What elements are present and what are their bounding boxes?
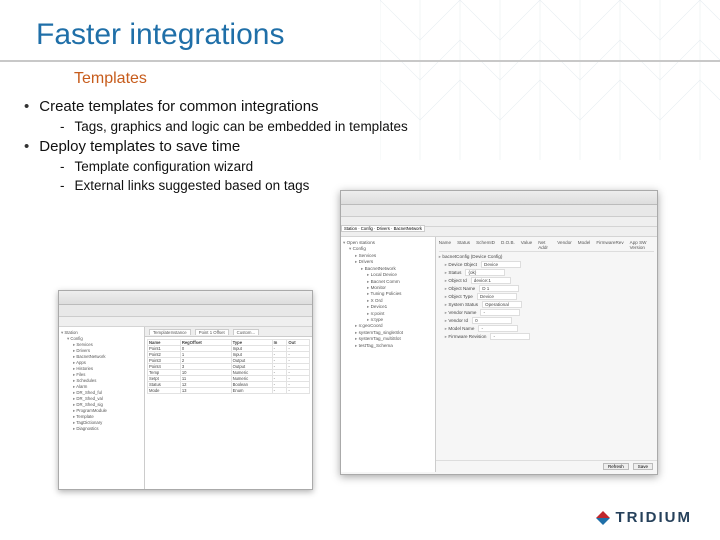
property-value[interactable]: 0 [472, 317, 512, 324]
property-row: Object Name D 1 [445, 285, 654, 292]
column-header: Net Addr [538, 240, 551, 250]
column-header: Status [457, 240, 470, 250]
property-row: Status{ok} [445, 269, 654, 276]
nav-tree: Open stationsConfigServicesDriversBacnet… [341, 237, 436, 472]
column-header: Vendor [557, 240, 572, 250]
nav-tree: StationConfigServicesDriversBacnetNetwor… [59, 327, 145, 489]
property-key: Firmware Revision [445, 334, 487, 340]
property-row: Object Id device:1 [445, 277, 654, 284]
column-header: App SW Version [630, 240, 654, 250]
slide-subtitle: Templates [0, 70, 720, 88]
window-titlebar [59, 291, 312, 305]
bullet-1-text: Create templates for common integrations [39, 98, 318, 115]
property-row: Device Object Device [445, 261, 654, 268]
property-row: Vendor Name- [445, 309, 654, 316]
column-header: FirmwareRev [596, 240, 623, 250]
brand-logo: TRIDIUM [596, 509, 693, 526]
bullet-1-sub-1: Tags, graphics and logic can be embedded… [24, 119, 720, 134]
tree-node[interactable]: testTag_Schema [343, 343, 433, 349]
column-header: Value [521, 240, 532, 250]
property-row: Firmware Revision- [445, 333, 654, 340]
slide-title: Faster integrations [0, 18, 720, 58]
property-sheet: Name Status SchemID D.O.B. Value Net Addr Vend… [436, 237, 657, 344]
property-value[interactable]: Device [481, 261, 521, 268]
property-value[interactable]: {ok} [465, 269, 505, 276]
config-group-title: bacnetConfig (Device Config) [439, 254, 503, 260]
logo-text: TRIDIUM [616, 509, 693, 526]
bullet-2-sub-1: Template configuration wizard [24, 159, 720, 174]
column-header: Name [439, 240, 451, 250]
table-row[interactable]: Mode13Enum-- [148, 388, 310, 394]
window-toolbar [59, 305, 312, 317]
refresh-button[interactable]: Refresh [603, 463, 629, 470]
column-header: D.O.B. [501, 240, 515, 250]
tab-3[interactable]: Custom... [233, 329, 259, 335]
tab-1[interactable]: TemplateInstance [149, 329, 191, 335]
property-key: Object Type [445, 294, 473, 300]
property-key: Device Object [445, 262, 477, 268]
property-value[interactable]: - [478, 325, 518, 332]
property-row: Vendor Id 0 [445, 317, 654, 324]
property-row: System Status Operational [445, 301, 654, 308]
property-value[interactable]: - [480, 309, 520, 316]
column-header: Model [578, 240, 591, 250]
property-key: System Status [445, 302, 478, 308]
property-row: Object Type Device [445, 293, 654, 300]
property-key: Object Id [445, 278, 467, 284]
column-header: SchemID [476, 240, 495, 250]
window-toolbar [341, 205, 657, 217]
bullet-1: Create templates for common integrations [24, 98, 720, 115]
logo-icon [596, 511, 610, 525]
property-header: Name Status SchemID D.O.B. Value Net Addr Vend… [439, 240, 654, 252]
property-key: Status [445, 270, 462, 276]
divider [0, 60, 720, 62]
property-key: Object Name [445, 286, 475, 292]
tab-bar: TemplateInstance Point 1 Offset Custom..… [145, 327, 312, 337]
property-value[interactable]: D 1 [479, 285, 519, 292]
screenshot-template-wizard: StationConfigServicesDriversBacnetNetwor… [58, 290, 313, 490]
property-value[interactable]: device:1 [471, 277, 511, 284]
property-value[interactable]: Device [477, 293, 517, 300]
points-grid: NameRegOffsetTypeInOutPoint10Input--Poin… [145, 337, 312, 489]
bullet-2: Deploy templates to save time [24, 138, 720, 155]
property-value[interactable]: Operational [482, 301, 522, 308]
tab-2[interactable]: Point 1 Offset [195, 329, 229, 335]
property-key: Model Name [445, 326, 475, 332]
property-value[interactable]: - [490, 333, 530, 340]
bullet-2-text: Deploy templates to save time [39, 138, 240, 155]
window-subtoolbar [59, 317, 312, 327]
property-key: Vendor Name [445, 310, 477, 316]
property-key: Vendor Id [445, 318, 468, 324]
window-titlebar [341, 191, 657, 205]
property-row: Model Name- [445, 325, 654, 332]
screenshot-device-config: Station · Config · Drivers · BacnetNetwo… [340, 190, 658, 475]
breadcrumb-text: Station · Config · Drivers · BacnetNetwo… [341, 225, 425, 232]
tree-node[interactable]: Diagnostics [61, 426, 142, 432]
window-breadcrumbs: Station · Config · Drivers · BacnetNetwo… [341, 217, 657, 227]
save-button[interactable]: Save [633, 463, 653, 470]
